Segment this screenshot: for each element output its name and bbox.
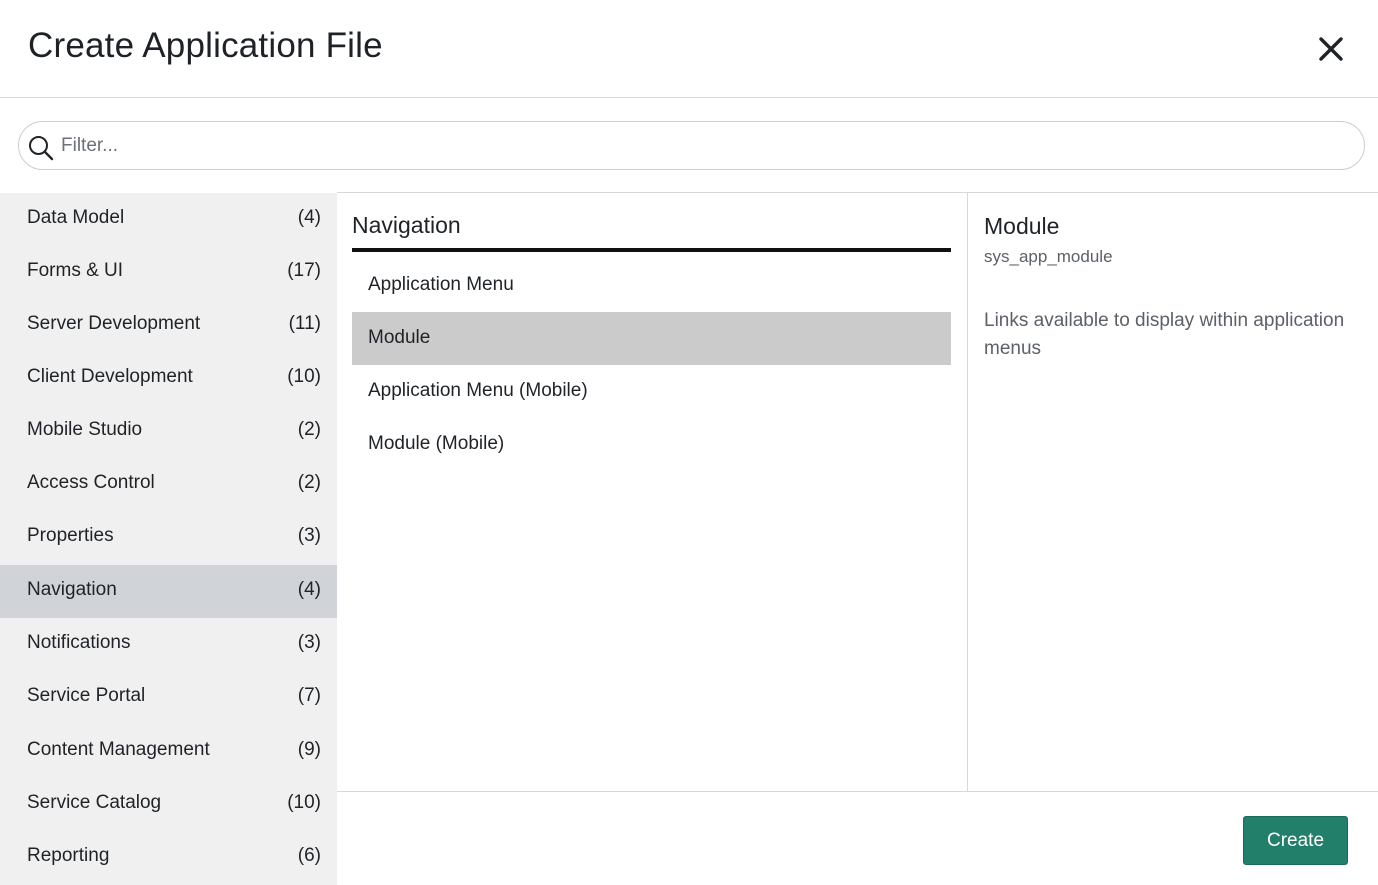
- category-item-navigation[interactable]: Navigation (4): [0, 565, 337, 618]
- category-count: (2): [297, 419, 321, 440]
- filter-box: [18, 121, 1365, 170]
- dialog-header: Create Application File: [0, 0, 1378, 98]
- category-label: Forms & UI: [27, 260, 124, 281]
- category-count: (7): [297, 685, 321, 706]
- close-icon: [1319, 37, 1343, 61]
- file-type-label: Application Menu (Mobile): [368, 380, 588, 401]
- file-type-module-mobile[interactable]: Module (Mobile): [352, 418, 951, 471]
- category-label: Notifications: [27, 632, 131, 653]
- header-underline: [352, 248, 951, 252]
- category-item-mobile-studio[interactable]: Mobile Studio (2): [0, 405, 337, 458]
- category-label: Mobile Studio: [27, 419, 143, 440]
- category-count: (3): [297, 632, 321, 653]
- file-type-list: Navigation Application Menu Module Appli…: [337, 193, 967, 791]
- search-icon: [27, 134, 55, 162]
- category-item-reporting[interactable]: Reporting (6): [0, 831, 337, 884]
- category-count: (6): [297, 845, 321, 866]
- category-count: (9): [297, 739, 321, 760]
- filter-input[interactable]: [61, 130, 1351, 162]
- category-item-server-development[interactable]: Server Development (11): [0, 299, 337, 352]
- category-label: Properties: [27, 525, 114, 546]
- category-item-client-development[interactable]: Client Development (10): [0, 352, 337, 405]
- category-sidebar: Data Model (4) Forms & UI (17) Server De…: [0, 193, 337, 885]
- category-count: (10): [287, 366, 321, 387]
- file-type-application-menu[interactable]: Application Menu: [352, 259, 951, 312]
- category-item-service-catalog[interactable]: Service Catalog (10): [0, 778, 337, 831]
- category-count: (2): [297, 472, 321, 493]
- category-count: (17): [287, 260, 321, 281]
- category-label: Access Control: [27, 472, 155, 493]
- category-item-access-control[interactable]: Access Control (2): [0, 458, 337, 511]
- footer-divider: [337, 791, 1378, 792]
- file-type-label: Module (Mobile): [368, 433, 505, 454]
- file-type-application-menu-mobile[interactable]: Application Menu (Mobile): [352, 365, 951, 418]
- file-type-label: Application Menu: [368, 274, 514, 295]
- dialog-title: Create Application File: [28, 26, 383, 65]
- category-label: Navigation: [27, 579, 117, 600]
- category-label: Client Development: [27, 366, 193, 387]
- category-count: (11): [288, 313, 321, 334]
- detail-title: Module: [984, 213, 1060, 239]
- detail-description: Links available to display within applic…: [984, 310, 1345, 359]
- detail-panel: Module sys_app_module Links available to…: [968, 193, 1378, 791]
- file-type-label: Module: [368, 327, 431, 348]
- detail-table-name: sys_app_module: [984, 247, 1113, 266]
- category-item-service-portal[interactable]: Service Portal (7): [0, 671, 337, 724]
- category-item-properties[interactable]: Properties (3): [0, 511, 337, 564]
- category-count: (3): [297, 525, 321, 546]
- category-label: Service Portal: [27, 685, 146, 706]
- category-item-notifications[interactable]: Notifications (3): [0, 618, 337, 671]
- category-count: (10): [287, 792, 321, 813]
- category-label: Server Development: [27, 313, 201, 334]
- file-type-list-header: Navigation: [352, 212, 461, 238]
- category-label: Reporting: [27, 845, 110, 866]
- close-button[interactable]: [1312, 30, 1350, 68]
- category-item-data-model[interactable]: Data Model (4): [0, 193, 337, 246]
- category-label: Data Model: [27, 207, 125, 228]
- category-label: Content Management: [27, 739, 210, 760]
- create-button[interactable]: Create: [1243, 816, 1348, 865]
- file-type-module[interactable]: Module: [352, 312, 951, 365]
- category-count: (4): [297, 579, 321, 600]
- category-item-content-management[interactable]: Content Management (9): [0, 725, 337, 778]
- category-label: Service Catalog: [27, 792, 162, 813]
- category-item-forms-ui[interactable]: Forms & UI (17): [0, 246, 337, 299]
- category-count: (4): [297, 207, 321, 228]
